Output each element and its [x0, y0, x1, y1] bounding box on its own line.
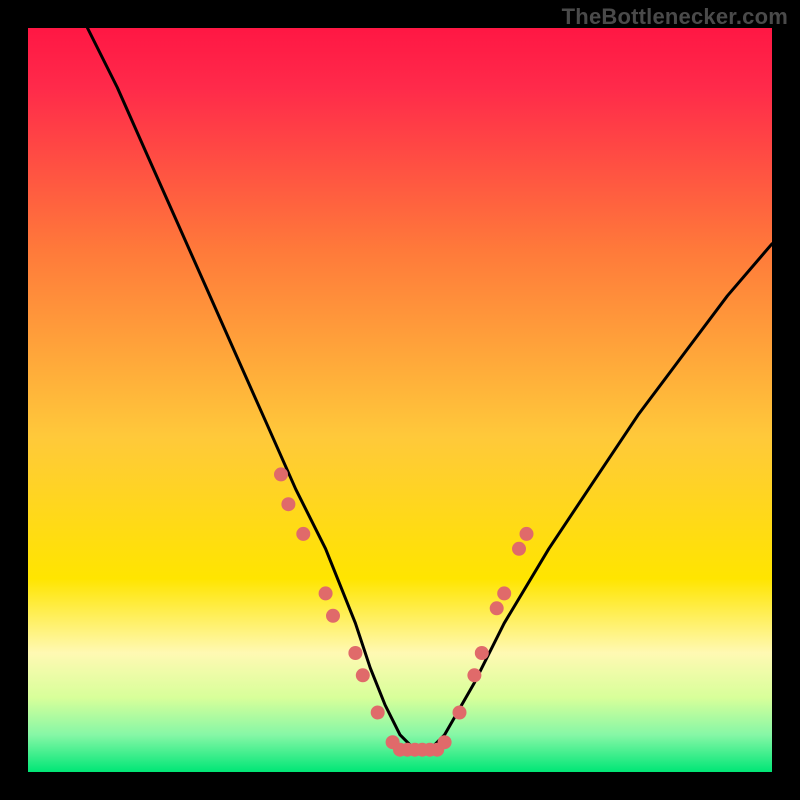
data-marker — [296, 527, 310, 541]
data-marker — [356, 668, 370, 682]
data-marker — [438, 735, 452, 749]
data-marker — [453, 706, 467, 720]
data-marker — [467, 668, 481, 682]
bottleneck-chart — [0, 0, 800, 800]
data-marker — [520, 527, 534, 541]
chart-frame: TheBottlenecker.com — [0, 0, 800, 800]
data-marker — [281, 497, 295, 511]
data-marker — [371, 706, 385, 720]
data-marker — [319, 586, 333, 600]
data-marker — [475, 646, 489, 660]
data-marker — [490, 601, 504, 615]
data-marker — [497, 586, 511, 600]
watermark-text: TheBottlenecker.com — [562, 4, 788, 30]
data-marker — [274, 467, 288, 481]
data-marker — [326, 609, 340, 623]
data-marker — [512, 542, 526, 556]
data-marker — [348, 646, 362, 660]
